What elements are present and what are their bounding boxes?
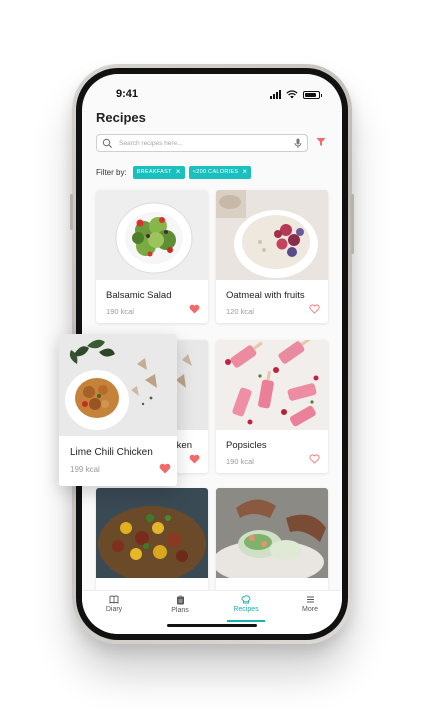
filter-label: Filter by: — [96, 167, 127, 177]
filter-chip-calories[interactable]: <200 CALORIES × — [188, 165, 252, 179]
recipe-kcal: 199 kcal — [70, 465, 100, 474]
tab-recipes[interactable]: Recipes — [221, 595, 271, 622]
recipe-image-oatmeal — [216, 190, 328, 280]
recipe-name: Oatmeal with fruits — [226, 290, 305, 301]
page-title: Recipes — [96, 110, 146, 125]
tab-plans[interactable]: Plans — [155, 595, 205, 614]
recipe-card[interactable]: Balsamic Salad 190 kcal — [96, 190, 208, 323]
chef-hat-icon — [241, 595, 251, 604]
status-time: 9:41 — [116, 88, 139, 100]
recipe-image-popsicles — [216, 340, 328, 430]
volume-button — [70, 194, 73, 230]
recipe-kcal: 190 kcal — [226, 457, 254, 466]
search-input[interactable] — [119, 136, 279, 150]
chip-label: BREAKFAST — [136, 169, 172, 175]
tab-label: Diary — [105, 606, 123, 613]
clipboard-icon — [176, 595, 184, 605]
recipe-kcal: 120 kcal — [226, 307, 254, 316]
filter-chip-breakfast[interactable]: BREAKFAST × — [132, 165, 185, 179]
recipe-card[interactable]: Oatmeal with fruits 120 kcal — [216, 190, 328, 323]
active-tab-indicator — [227, 620, 265, 622]
heart-filled-icon[interactable] — [159, 463, 171, 474]
recipe-image-salad — [96, 190, 208, 280]
tab-label: More — [302, 606, 318, 613]
recipe-name: Popsicles — [226, 440, 267, 451]
heart-outline-icon[interactable] — [309, 304, 320, 314]
tab-label: Plans — [171, 607, 189, 614]
tab-label: Recipes — [233, 606, 259, 613]
signal-icon — [270, 90, 281, 99]
chip-label: <200 CALORIES — [192, 169, 239, 175]
tab-diary[interactable]: Diary — [89, 595, 139, 613]
recipe-name-partial: ken — [176, 440, 192, 451]
heart-filled-icon[interactable] — [189, 454, 200, 464]
menu-icon — [306, 596, 314, 603]
power-button — [351, 194, 354, 254]
search-icon — [102, 138, 113, 149]
search-bar[interactable] — [96, 134, 308, 152]
status-bar: 9:41 — [82, 88, 342, 104]
heart-filled-icon[interactable] — [189, 304, 200, 314]
status-icons — [270, 90, 322, 99]
recipe-card[interactable]: Popsicles 190 kcal — [216, 340, 328, 473]
home-indicator — [167, 624, 257, 627]
recipe-kcal: 190 kcal — [106, 307, 134, 316]
microphone-icon[interactable] — [294, 138, 302, 149]
wifi-icon — [286, 90, 298, 99]
recipe-image-spring-rolls — [216, 488, 328, 578]
recipe-name: Balsamic Salad — [106, 290, 172, 301]
filter-icon[interactable] — [316, 137, 326, 147]
chip-remove-icon[interactable]: × — [242, 168, 247, 176]
book-icon — [109, 595, 119, 604]
recipe-card-featured[interactable]: Lime Chili Chicken 199 kcal — [59, 334, 177, 486]
bottom-tab-bar: Diary Plans Recipes More — [82, 590, 342, 634]
recipe-name: Lime Chili Chicken — [70, 447, 153, 458]
chip-remove-icon[interactable]: × — [176, 168, 181, 176]
filter-row: Filter by: BREAKFAST × <200 CALORIES × — [96, 165, 252, 179]
recipe-image-chicken — [59, 334, 177, 436]
recipe-image-bean-salad — [96, 488, 208, 578]
tab-more[interactable]: More — [285, 595, 335, 613]
battery-icon — [303, 90, 322, 99]
heart-outline-icon[interactable] — [309, 454, 320, 464]
